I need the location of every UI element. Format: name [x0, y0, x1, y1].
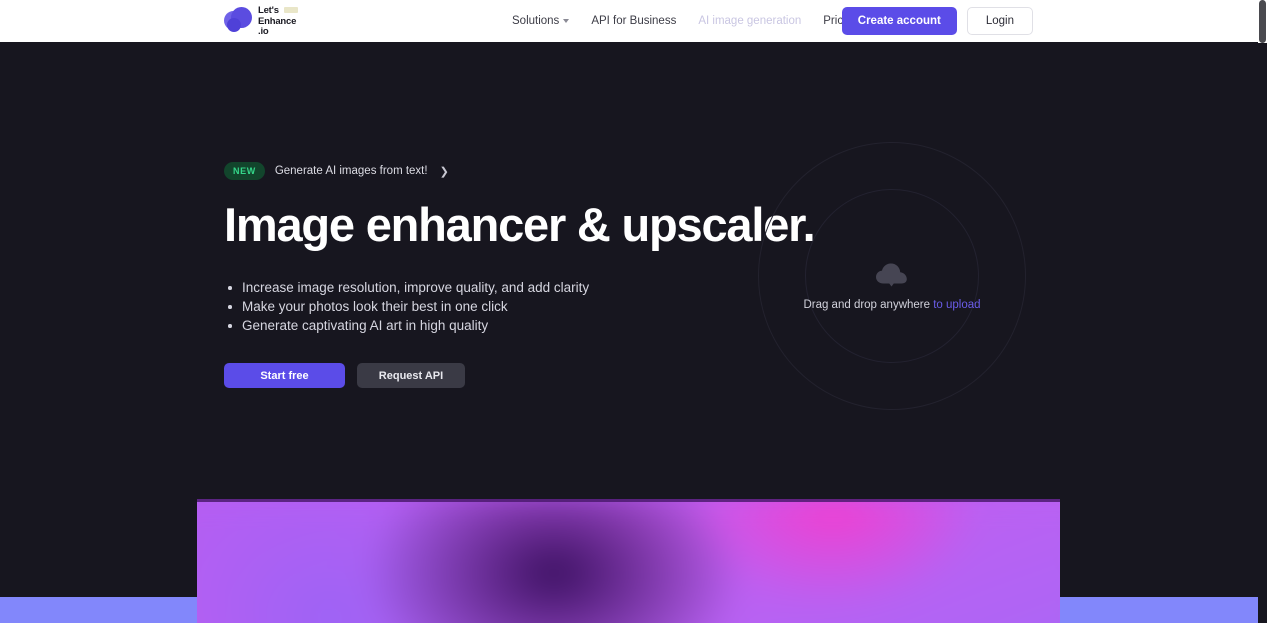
site-header: Let's Enhance .io Solutions API for Busi… [0, 0, 1258, 42]
logo-wordmark: Let's Enhance .io [258, 5, 298, 37]
upload-link[interactable]: to upload [933, 299, 980, 311]
showcase-image [197, 499, 1060, 623]
header-actions: Create account Login [841, 7, 1033, 35]
status-badge: NEW [224, 162, 265, 180]
login-button[interactable]: Login [966, 7, 1033, 35]
new-feature-banner[interactable]: NEW Generate AI images from text! ❯ [224, 162, 449, 180]
nav-label-api-for-business: API for Business [591, 15, 677, 27]
nav-label-solutions: Solutions [512, 15, 560, 27]
logo-chip-icon [283, 7, 298, 13]
list-item: Generate captivating AI art in high qual… [224, 316, 764, 335]
new-feature-text: Generate AI images from text! [274, 165, 428, 177]
dropzone-text: Drag and drop anywhere to upload [758, 299, 1026, 311]
create-account-button[interactable]: Create account [841, 7, 957, 35]
cloud-upload-icon [876, 263, 907, 287]
chevron-right-icon: ❯ [439, 165, 449, 178]
hero-section: NEW Generate AI images from text! ❯ Imag… [0, 42, 1258, 623]
dropzone-hint: Drag and drop anywhere [803, 299, 931, 311]
lets-enhance-blob-logo-icon [224, 6, 252, 35]
hero-copy: NEW Generate AI images from text! ❯ Imag… [224, 162, 816, 388]
logo-line-1: Let's [258, 5, 279, 16]
nav-item-api-for-business[interactable]: API for Business [591, 15, 676, 27]
nav-item-solutions[interactable]: Solutions [512, 15, 570, 27]
logo[interactable]: Let's Enhance .io [224, 5, 298, 37]
vertical-scrollbar-lower [1258, 43, 1267, 623]
showcase-image-gradient [197, 499, 1060, 623]
nav-label-ai-image-generation: AI image generation [698, 15, 802, 27]
vertical-scrollbar-thumb[interactable] [1259, 0, 1266, 43]
list-item: Increase image resolution, improve quali… [224, 278, 764, 297]
showcase-image-top-edge [197, 499, 1060, 502]
page-root: Let's Enhance .io Solutions API for Busi… [0, 0, 1267, 623]
request-api-button[interactable]: Request API [357, 363, 465, 388]
upload-dropzone[interactable]: Drag and drop anywhere to upload [758, 142, 1026, 410]
feature-list: Increase image resolution, improve quali… [224, 278, 764, 335]
nav-item-ai-image-generation[interactable]: AI image generation [698, 15, 801, 27]
logo-line-3: .io [258, 26, 269, 37]
list-item: Make your photos look their best in one … [224, 297, 764, 316]
cta-row: Start free Request API [224, 363, 764, 388]
logo-line-2: Enhance [258, 15, 297, 27]
chevron-down-icon [563, 19, 570, 23]
page-title: Image enhancer & upscaler. [224, 198, 816, 251]
start-free-button[interactable]: Start free [224, 363, 345, 388]
